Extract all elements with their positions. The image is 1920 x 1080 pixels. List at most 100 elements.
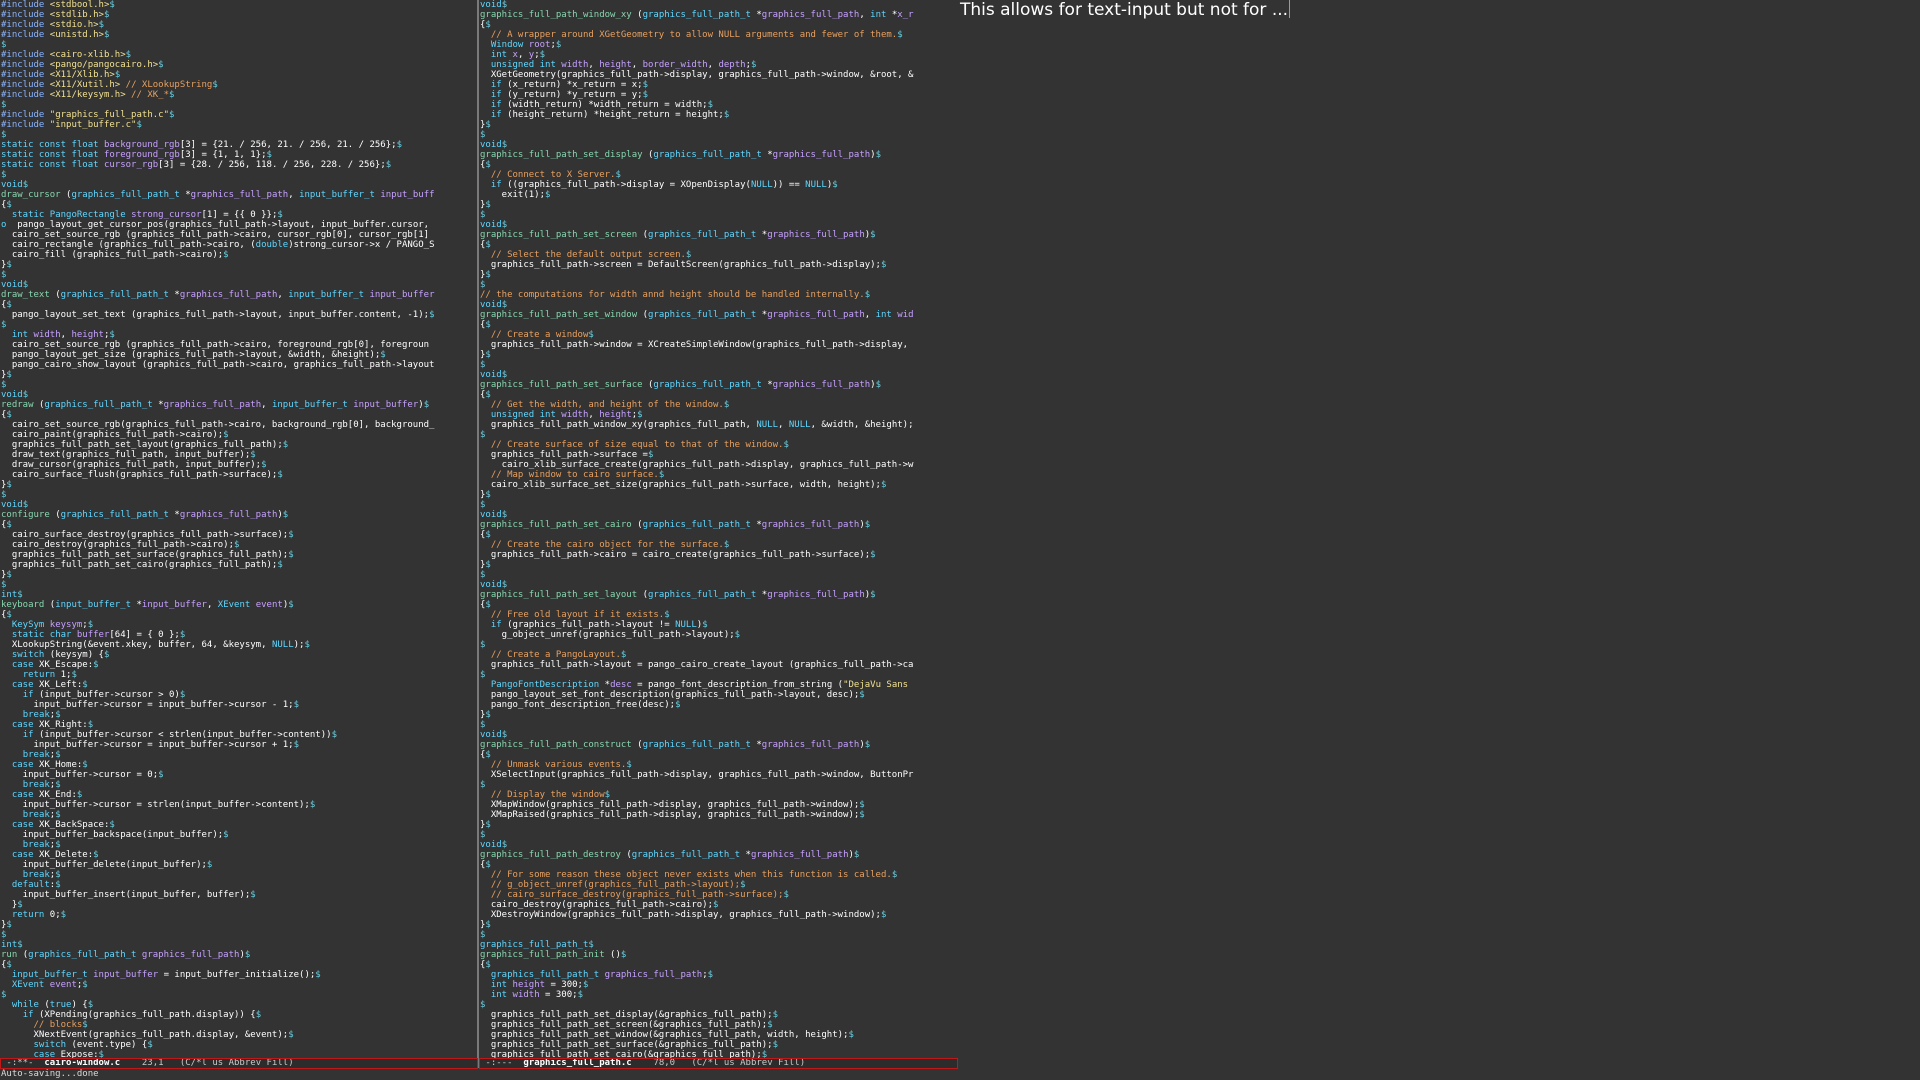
code-token: // blocks <box>1 1020 83 1030</box>
code-token: #include <box>1 10 50 20</box>
code-token: $ <box>880 910 887 920</box>
code-line: {$ <box>1 300 477 310</box>
code-token: XMapWindow(graphics_full_path->display, … <box>480 800 860 810</box>
code-token: <stdbool.h> <box>49 0 110 10</box>
code-line: graphics_full_path_set_screen(&graphics_… <box>480 1020 958 1030</box>
text-input-window[interactable]: This allows for text-input but not for .… <box>958 0 1920 1080</box>
code-token: $ <box>169 90 175 100</box>
code-token: break <box>22 710 50 720</box>
code-token: graphics_full_path_t <box>60 290 175 300</box>
code-token: double <box>255 240 289 250</box>
code-token: width <box>33 330 61 340</box>
code-line: int$ <box>1 590 477 600</box>
code-token: $ <box>103 650 110 660</box>
code-line: $ <box>480 780 958 790</box>
code-token: void <box>1 180 23 190</box>
code-line: {$ <box>1 960 477 970</box>
code-token: $ <box>114 70 121 80</box>
code-token: $ <box>485 320 491 330</box>
code-token: graphics_full_path_t <box>642 10 757 20</box>
code-token: $ <box>480 720 486 730</box>
code-line: #include <stdio.h>$ <box>1 20 477 30</box>
code-token: $ <box>1 100 7 110</box>
code-token: $ <box>109 820 115 830</box>
code-token: graphics_full_path_t <box>653 380 768 390</box>
code-token: $ <box>212 80 218 90</box>
code-token: $ <box>82 1020 88 1030</box>
code-line: case XK_Left:$ <box>1 680 477 690</box>
code-token: $ <box>277 470 283 480</box>
code-line: void$ <box>1 500 477 510</box>
code-token: NULL <box>271 640 294 650</box>
code-line: $ <box>480 360 958 370</box>
code-token: int <box>1 590 18 600</box>
code-token: $ <box>250 450 256 460</box>
code-token: <unistd.h> <box>49 30 104 40</box>
code-token: $ <box>870 230 876 240</box>
code-token: $ <box>293 700 300 710</box>
code-token: pango_cairo_show_layout (graphics_full_p… <box>1 360 435 370</box>
code-line: $ <box>480 670 958 680</box>
code-token: int <box>490 50 513 60</box>
code-token: cairo_destroy(graphics_full_path->cairo)… <box>480 900 713 910</box>
code-token: graphics_full_path_construct <box>480 740 638 750</box>
code-token: $ <box>626 760 632 770</box>
code-token: $ <box>261 460 267 470</box>
code-pane-left[interactable]: #include <stdbool.h>$ #include <stdlib.h>… <box>1 0 477 1058</box>
code-token: $ <box>848 1030 854 1040</box>
code-token: [3] = {21. / 256, 21. / 256, 21. / 256}; <box>179 140 397 150</box>
emacs-frame[interactable]: #include <stdbool.h>$ #include <stdlib.h>… <box>0 0 958 1080</box>
code-token: $ <box>55 870 61 880</box>
code-token: $ <box>1 320 7 330</box>
code-token: $ <box>480 430 486 440</box>
code-token: break <box>22 750 50 760</box>
code-token: $ <box>55 780 61 790</box>
code-line: // g_object_unref(graphics_full_path->la… <box>480 880 958 890</box>
code-line: if (input_buffer->cursor > 0)$ <box>1 690 477 700</box>
code-pane-right[interactable]: void$ graphics_full_path_window_xy (graph… <box>480 0 958 1058</box>
code-token: $ <box>501 0 508 10</box>
code-token: $ <box>396 140 402 150</box>
code-token: cairo_rectangle (graphics_full_path->cai… <box>1 240 256 250</box>
code-token: static const <box>1 150 72 160</box>
code-token: cursor_rgb <box>103 160 159 170</box>
code-token: break <box>22 870 50 880</box>
code-token: if <box>22 1010 39 1020</box>
code-token: o <box>1 220 18 230</box>
code-token: $ <box>288 530 294 540</box>
code-token: , <box>288 190 300 200</box>
code-token: $ <box>485 160 491 170</box>
code-line: #include <X11/keysym.h> // XK_*$ <box>1 90 477 100</box>
code-line: $ <box>480 570 958 580</box>
code-token: $ <box>485 120 491 130</box>
window-divider[interactable] <box>477 0 479 1068</box>
code-token: graphics_full_path_set_surface <box>480 380 648 390</box>
code-line: #include <X11/Xlib.h>$ <box>1 70 477 80</box>
modeline-right[interactable]: -:--- graphics_full_path.c 78,0 (C/*l us… <box>479 1058 958 1069</box>
code-token: ((graphics_full_path->display = XOpenDis… <box>507 180 751 190</box>
text-input-field[interactable]: This allows for text-input but not for .… <box>960 0 1291 20</box>
code-line: // cairo_surface_destroy(graphics_full_p… <box>480 890 958 900</box>
code-token: desc <box>610 680 632 690</box>
code-token: <stdlib.h> <box>49 10 104 20</box>
code-token: // g_object_unref(graphics_full_path->la… <box>480 880 741 890</box>
code-token: $ <box>577 990 583 1000</box>
modeline-left[interactable]: -:**- cairo-window.c 23,1 (C/*l us Abbre… <box>0 1058 478 1069</box>
code-token: $ <box>750 60 757 70</box>
code-line: }$ <box>480 270 958 280</box>
code-line: case Expose:$ <box>1 1050 477 1058</box>
code-line: $ <box>480 1000 958 1010</box>
code-line: cairo_set_source_rgb (graphics_full_path… <box>1 340 477 350</box>
code-line: if (XPending(graphics_full_path.display)… <box>1 1010 477 1020</box>
code-token: $ <box>6 410 12 420</box>
minibuffer[interactable]: Auto-saving...done <box>1 1069 99 1080</box>
code-token: graphics_full_path_t <box>653 150 768 160</box>
